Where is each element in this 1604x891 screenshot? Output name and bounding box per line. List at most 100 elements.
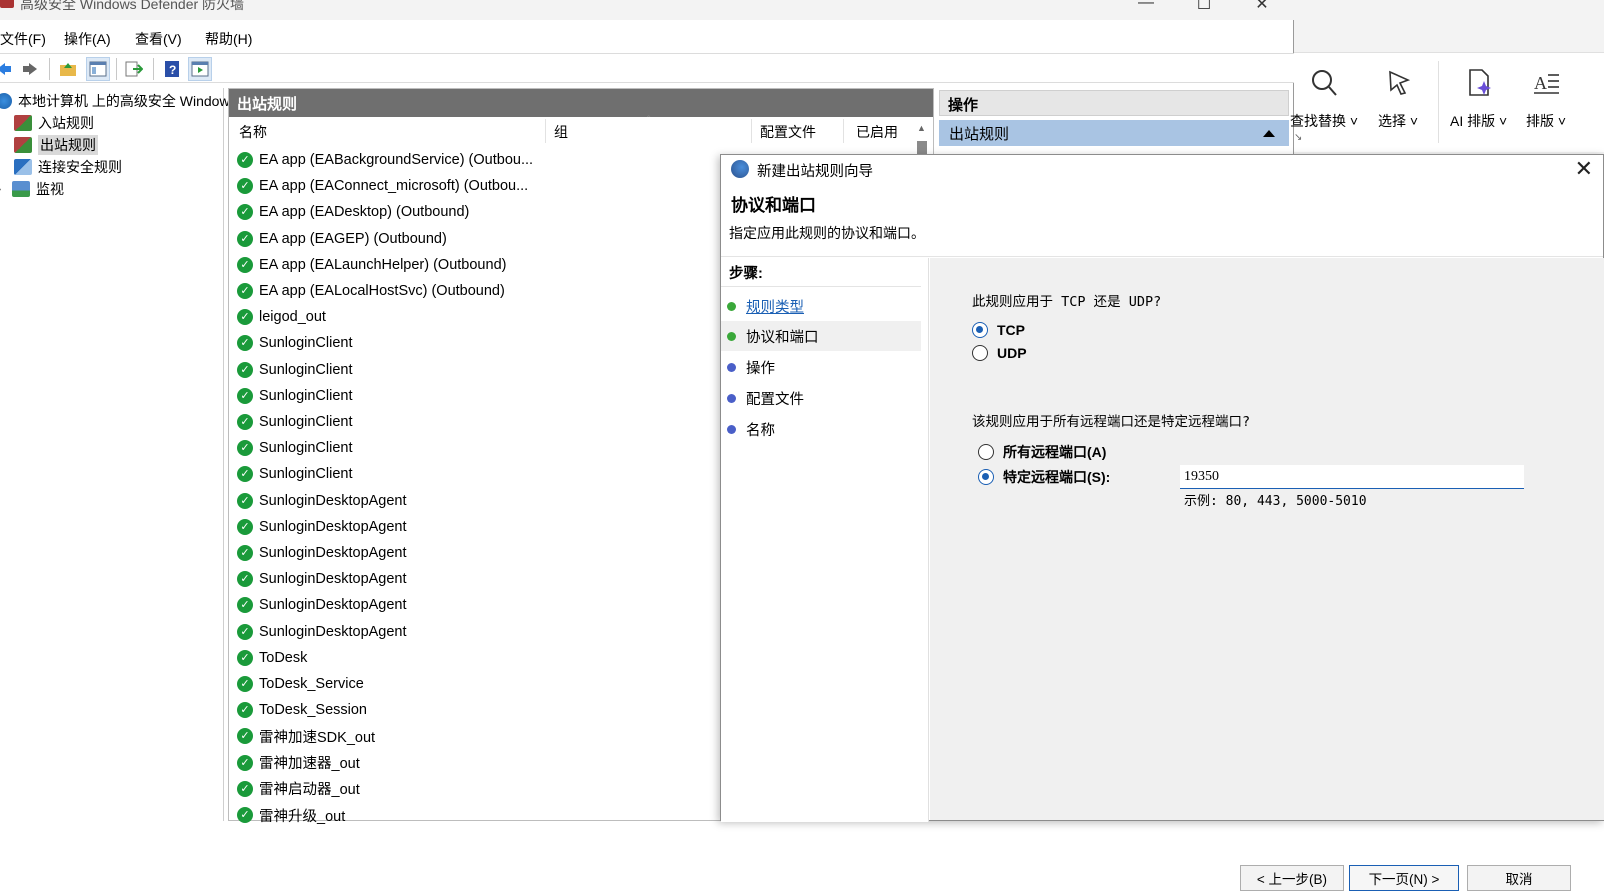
back-button[interactable]: < 上一步(B)	[1240, 865, 1344, 891]
ribbon-launcher-icon[interactable]: ↘	[1294, 132, 1302, 143]
table-row[interactable]: ✓ EA app (EALocalHostSvc) (Outbound)	[237, 280, 505, 302]
menu-view[interactable]: 查看(V)	[135, 29, 182, 49]
show-hide-tree-icon[interactable]	[86, 57, 110, 81]
connection-security-icon	[14, 159, 32, 175]
column-enabled[interactable]: 已启用	[856, 122, 898, 142]
expand-chevron-icon[interactable]: ›	[0, 184, 12, 195]
export-list-icon[interactable]	[122, 57, 146, 81]
menu-file[interactable]: 文件(F)	[0, 29, 46, 49]
remote-ports-input[interactable]	[1180, 465, 1524, 489]
column-divider[interactable]	[751, 119, 752, 143]
tree-item-connection-security[interactable]: 连接安全规则	[14, 157, 122, 177]
find-replace-button[interactable]: 查找替换 ˅	[1290, 67, 1358, 131]
radio-selected-icon[interactable]	[972, 322, 988, 338]
radio-unselected-icon[interactable]	[972, 345, 988, 361]
table-row[interactable]: ✓ ToDesk	[237, 647, 307, 669]
actions-pane: 操作 出站规则	[939, 88, 1293, 154]
table-row[interactable]: ✓ SunloginDesktopAgent	[237, 490, 407, 512]
enabled-check-icon: ✓	[237, 414, 253, 430]
scroll-up-icon[interactable]: ▲	[917, 123, 926, 133]
rule-name: leigod_out	[259, 309, 326, 326]
all-remote-ports-radio[interactable]: 所有远程端口(A)	[978, 442, 1106, 462]
column-divider[interactable]	[843, 119, 844, 143]
actions-section-outbound[interactable]: 出站规则	[939, 120, 1289, 146]
enabled-check-icon: ✓	[237, 387, 253, 404]
close-icon[interactable]: ✕	[1252, 0, 1272, 14]
up-folder-icon[interactable]	[56, 57, 80, 81]
select-button[interactable]: 选择 ˅	[1378, 67, 1418, 131]
maximize-icon[interactable]: ☐	[1194, 0, 1214, 14]
table-row[interactable]: ✓ EA app (EADesktop) (Outbound)	[237, 201, 469, 223]
table-row[interactable]: ✓ 雷神加速SDK_out	[237, 725, 375, 747]
udp-radio[interactable]: UDP	[972, 345, 1027, 361]
enabled-check-icon: ✓	[237, 702, 253, 719]
back-icon[interactable]	[0, 57, 16, 81]
table-row[interactable]: ✓ 雷神升级_out	[237, 804, 345, 826]
table-row[interactable]: ✓ SunloginClient	[237, 411, 353, 433]
menu-action[interactable]: 操作(A)	[64, 29, 111, 49]
table-row[interactable]: ✓ SunloginDesktopAgent	[237, 542, 407, 564]
column-name[interactable]: 名称	[239, 122, 267, 142]
rule-name: SunloginClient	[259, 466, 353, 483]
list-pane-header: 出站规则	[229, 89, 933, 117]
cancel-button[interactable]: 取消	[1467, 865, 1571, 891]
enabled-check-icon: ✓	[237, 649, 253, 666]
tree-item-inbound[interactable]: 入站规则	[14, 113, 94, 133]
title-bar: 高级安全 Windows Defender 防火墙 — ☐ ✕	[0, 0, 1294, 20]
list-scrollbar[interactable]: ▲	[913, 119, 931, 159]
table-row[interactable]: ✓ SunloginDesktopAgent	[237, 516, 407, 538]
specific-remote-ports-radio[interactable]: 特定远程端口(S):	[978, 467, 1110, 487]
enabled-check-icon: ✓	[237, 178, 253, 195]
table-row[interactable]: ✓ SunloginClient	[237, 359, 353, 381]
column-profile[interactable]: 配置文件	[760, 122, 816, 142]
table-row[interactable]: ✓ SunloginClient	[237, 463, 353, 485]
table-row[interactable]: ✓ SunloginDesktopAgent	[237, 621, 407, 643]
enabled-check-icon: ✓	[237, 335, 253, 352]
word-ribbon: 查找替换 ˅ 选择 ˅ AI 排版 ˅ A 排版 ˅ ↘	[1290, 0, 1604, 160]
table-row[interactable]: ✓ EA app (EALaunchHelper) (Outbound)	[237, 254, 506, 276]
table-row[interactable]: ✓ ToDesk_Session	[237, 699, 367, 721]
step-rule-type[interactable]: 规则类型	[721, 291, 921, 321]
column-group[interactable]: 组	[554, 122, 568, 142]
table-row[interactable]: ✓ SunloginClient	[237, 437, 353, 459]
table-row[interactable]: ✓ EA app (EAConnect_microsoft) (Outbou...	[237, 175, 528, 197]
minimize-icon[interactable]: —	[1136, 0, 1156, 14]
enabled-check-icon: ✓	[237, 152, 253, 168]
enabled-check-icon: ✓	[237, 571, 253, 588]
menu-help[interactable]: 帮助(H)	[205, 29, 252, 49]
monitoring-icon	[12, 181, 30, 197]
wizard-close-icon[interactable]: ✕	[1575, 156, 1593, 182]
table-row[interactable]: ✓ EA app (EAGEP) (Outbound)	[237, 228, 447, 250]
forward-icon[interactable]	[18, 57, 42, 81]
collapse-triangle-icon[interactable]	[1263, 130, 1275, 137]
ports-question: 该规则应用于所有远程端口还是特定远程端口?	[972, 414, 1251, 430]
table-row[interactable]: ✓ 雷神启动器_out	[237, 778, 360, 800]
table-row[interactable]: ✓ EA app (EABackgroundService) (Outbou...	[237, 149, 533, 171]
next-button[interactable]: 下一页(N) >	[1349, 865, 1459, 891]
enabled-check-icon: ✓	[237, 440, 253, 457]
menu-bar: 文件(F) 操作(A) 查看(V) 帮助(H)	[0, 26, 1294, 52]
tree-item-monitoring[interactable]: › 监视	[0, 179, 64, 199]
tree-root[interactable]: 本地计算机 上的高级安全 Windows	[0, 91, 237, 111]
show-action-pane-icon[interactable]	[188, 57, 212, 81]
ai-layout-button[interactable]: AI 排版 ˅	[1450, 67, 1507, 131]
tree-item-outbound[interactable]: 出站规则	[14, 135, 98, 155]
layout-button[interactable]: A 排版 ˅	[1526, 67, 1566, 131]
table-row[interactable]: ✓ SunloginDesktopAgent	[237, 594, 407, 616]
table-row[interactable]: ✓ SunloginClient	[237, 385, 353, 407]
svg-text:A: A	[1534, 73, 1547, 93]
rule-name: SunloginClient	[259, 440, 353, 457]
help-icon[interactable]: ?	[160, 57, 184, 81]
cursor-select-icon	[1383, 67, 1413, 99]
table-row[interactable]: ✓ SunloginDesktopAgent	[237, 568, 407, 590]
wizard-title-bar: 新建出站规则向导 ✕	[721, 155, 1603, 185]
table-row[interactable]: ✓ ToDesk_Service	[237, 673, 364, 695]
table-row[interactable]: ✓ 雷神加速器_out	[237, 752, 360, 774]
table-row[interactable]: ✓ leigod_out	[237, 306, 326, 328]
tcp-radio[interactable]: TCP	[972, 322, 1025, 338]
table-row[interactable]: ✓ SunloginClient	[237, 332, 353, 354]
radio-unselected-icon[interactable]	[978, 444, 994, 460]
step-protocol-ports: 协议和端口	[721, 321, 921, 351]
radio-selected-icon[interactable]	[978, 469, 994, 485]
column-divider[interactable]	[545, 119, 546, 143]
